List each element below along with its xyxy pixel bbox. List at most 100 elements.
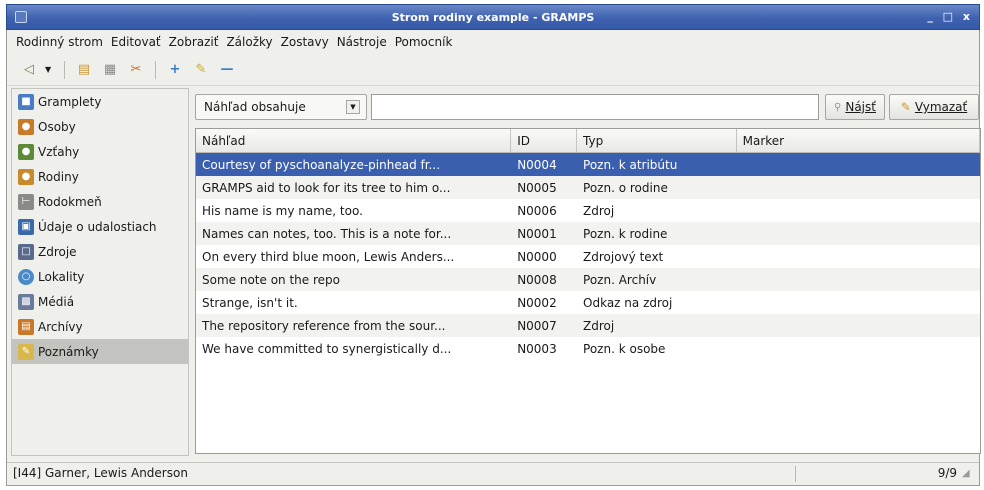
sidebar-item-repositories[interactable]: ▤ Archívy <box>12 314 188 339</box>
status-divider <box>795 466 796 482</box>
column-header-id[interactable]: ID <box>511 129 578 152</box>
sidebar-item-label: Rodokmeň <box>38 194 102 209</box>
sidebar-item-label: Vzťahy <box>38 144 80 159</box>
title-bar: Strom rodiny example - GRAMPS _ □ x <box>6 4 980 30</box>
menu-family-tree[interactable]: Rodinný strom <box>12 32 107 52</box>
menu-bookmarks[interactable]: Záložky <box>222 32 276 52</box>
sidebar-item-sources[interactable]: □ Zdroje <box>12 239 188 264</box>
cell-id: N0008 <box>517 272 557 287</box>
sidebar-item-places[interactable]: ○ Lokality <box>12 264 188 289</box>
menu-bar: Rodinný strom Editovať Zobraziť Záložky … <box>7 30 979 54</box>
media-icon: ▩ <box>18 293 34 310</box>
table-row[interactable]: GRAMPS aid to look for its tree to him o… <box>196 176 980 199</box>
table-row[interactable]: His name is my name, too. N0006 Zdroj <box>196 199 980 222</box>
sidebar-item-people[interactable]: ● Osoby <box>12 114 188 139</box>
people-icon: ● <box>18 118 34 135</box>
filter-bar: Náhľad obsahuje ▼ ⚲ Nájsť ✎ Vymazať <box>195 94 981 120</box>
cell-type: Zdroj <box>583 203 615 218</box>
cell-id: N0001 <box>517 226 557 241</box>
notes-icon: ✎ <box>18 343 34 360</box>
toolbar-separator <box>64 60 65 79</box>
cell-preview: Courtesy of pyschoanalyze-pinhead fr... <box>202 157 441 172</box>
cell-id: N0004 <box>517 157 557 172</box>
cell-id: N0000 <box>517 249 557 264</box>
cell-id: N0006 <box>517 203 557 218</box>
column-header-preview[interactable]: Náhľad <box>196 129 512 152</box>
cell-type: Zdroj <box>583 318 615 333</box>
edit-icon[interactable]: ✎ <box>191 60 211 80</box>
search-input[interactable] <box>371 94 819 120</box>
cell-id: N0005 <box>517 180 557 195</box>
record-count: 9/9 <box>937 466 957 480</box>
cell-id: N0007 <box>517 318 557 333</box>
find-button[interactable]: ⚲ Nájsť <box>825 94 885 120</box>
relationships-icon: ● <box>18 143 34 160</box>
pedigree-icon: ⊢ <box>18 193 34 210</box>
search-icon: ⚲ <box>834 101 842 113</box>
view-icon[interactable]: ▦ <box>100 60 120 80</box>
cell-type: Pozn. Archív <box>583 272 657 287</box>
cell-type: Zdrojový text <box>583 249 664 264</box>
add-icon[interactable]: + <box>165 60 185 80</box>
table-row[interactable]: On every third blue moon, Lewis Anders..… <box>196 245 980 268</box>
column-header-marker[interactable]: Marker <box>737 129 980 152</box>
list-header: Náhľad ID Typ Marker <box>196 129 980 153</box>
main-window: Rodinný strom Editovať Zobraziť Záložky … <box>6 30 981 486</box>
clear-button[interactable]: ✎ Vymazať <box>889 94 979 120</box>
cell-preview: GRAMPS aid to look for its tree to him o… <box>202 180 451 195</box>
sidebar-item-relationships[interactable]: ● Vzťahy <box>12 139 188 164</box>
back-icon[interactable]: ◁ <box>19 60 39 80</box>
toolbar: ◁ ▼ ▤ ▦ ✂ + ✎ — <box>7 54 979 86</box>
table-row[interactable]: Courtesy of pyschoanalyze-pinhead fr... … <box>196 153 980 176</box>
places-icon: ○ <box>18 268 34 285</box>
filter-field-value: Náhľad obsahuje <box>204 100 306 114</box>
sidebar-item-events[interactable]: ▣ Údaje o udalostiach <box>12 214 188 239</box>
clipboard-icon[interactable]: ▤ <box>74 60 94 80</box>
cell-type: Pozn. o rodine <box>583 180 668 195</box>
broom-icon: ✎ <box>900 100 911 114</box>
sidebar-item-label: Gramplety <box>38 94 102 109</box>
table-row[interactable]: Names can notes, too. This is a note for… <box>196 222 980 245</box>
column-header-type[interactable]: Typ <box>577 129 737 152</box>
sidebar-item-label: Zdroje <box>38 244 77 259</box>
table-row[interactable]: The repository reference from the sour..… <box>196 314 980 337</box>
sidebar-item-label: Médiá <box>38 294 75 309</box>
table-row[interactable]: Some note on the repo N0008 Pozn. Archív <box>196 268 980 291</box>
category-sidebar: ■ Gramplety ● Osoby ● Vzťahy ● Rodiny ⊢ … <box>11 88 189 456</box>
menu-tools[interactable]: Nástroje <box>333 32 391 52</box>
filter-field-select[interactable]: Náhľad obsahuje ▼ <box>195 94 367 120</box>
events-icon: ▣ <box>18 218 34 235</box>
menu-view[interactable]: Zobraziť <box>165 32 223 52</box>
window-title: Strom rodiny example - GRAMPS <box>391 11 595 24</box>
sidebar-item-notes[interactable]: ✎ Poznámky <box>12 339 188 364</box>
menu-help[interactable]: Pomocník <box>391 32 457 52</box>
cell-preview: The repository reference from the sour..… <box>202 318 446 333</box>
window-controls[interactable]: _ □ x <box>927 10 973 23</box>
sidebar-item-label: Lokality <box>38 269 85 284</box>
cut-icon[interactable]: ✂ <box>126 60 146 80</box>
find-button-label: Nájsť <box>845 100 876 114</box>
resize-grip-icon[interactable]: ◢ <box>962 468 976 482</box>
table-row[interactable]: We have committed to synergistically d..… <box>196 337 980 360</box>
sources-icon: □ <box>18 243 34 260</box>
menu-edit[interactable]: Editovať <box>107 32 165 52</box>
cell-preview: Some note on the repo <box>202 272 340 287</box>
sidebar-item-label: Osoby <box>38 119 76 134</box>
toolbar-separator <box>155 60 156 79</box>
sidebar-item-label: Poznámky <box>38 344 99 359</box>
table-row[interactable]: Strange, isn't it. N0002 Odkaz na zdroj <box>196 291 980 314</box>
chevron-down-icon[interactable]: ▼ <box>45 65 55 74</box>
sidebar-item-families[interactable]: ● Rodiny <box>12 164 188 189</box>
remove-icon[interactable]: — <box>217 60 237 80</box>
cell-type: Pozn. k rodine <box>583 226 668 241</box>
repositories-icon: ▤ <box>18 318 34 335</box>
cell-preview: On every third blue moon, Lewis Anders..… <box>202 249 455 264</box>
gramplets-icon: ■ <box>18 93 34 110</box>
sidebar-item-gramplets[interactable]: ■ Gramplety <box>12 89 188 114</box>
sidebar-item-media[interactable]: ▩ Médiá <box>12 289 188 314</box>
clear-button-label: Vymazať <box>914 100 968 114</box>
sidebar-item-pedigree[interactable]: ⊢ Rodokmeň <box>12 189 188 214</box>
menu-reports[interactable]: Zostavy <box>277 32 333 52</box>
chevron-down-icon[interactable]: ▼ <box>346 100 360 114</box>
cell-preview: Names can notes, too. This is a note for… <box>202 226 452 241</box>
